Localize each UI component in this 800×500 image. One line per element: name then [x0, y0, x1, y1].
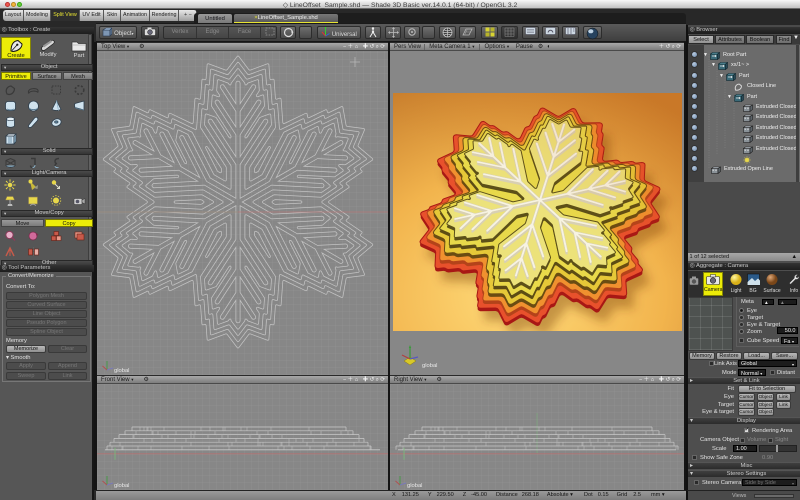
svg-text:global: global — [114, 483, 129, 488]
svg-text:global: global — [114, 368, 129, 373]
svg-text:global: global — [407, 483, 422, 488]
svg-text:global: global — [422, 363, 437, 369]
